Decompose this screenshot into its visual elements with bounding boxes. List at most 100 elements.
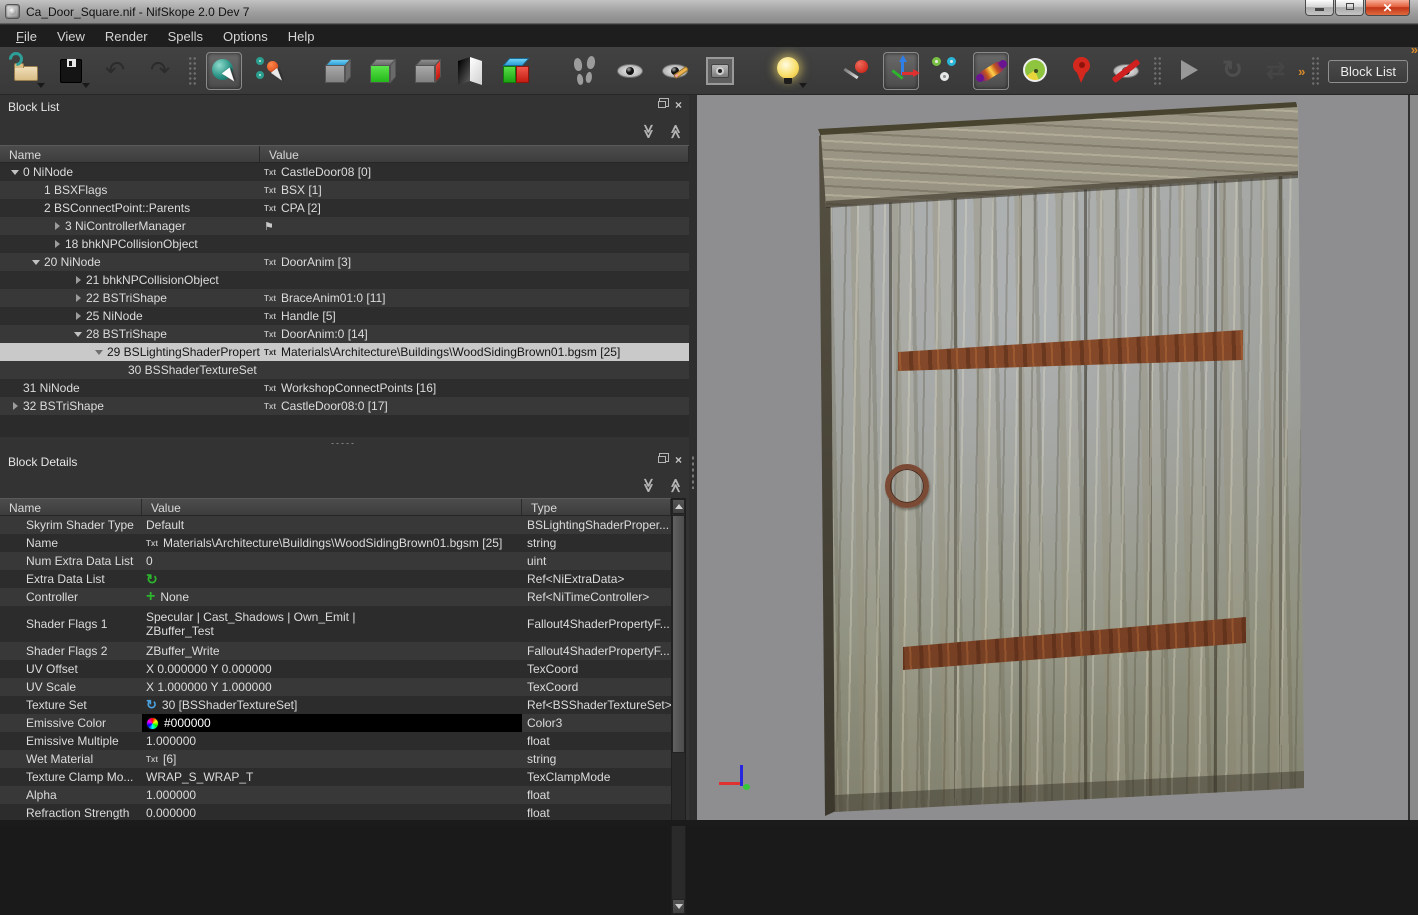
block-list-row[interactable]: 22 BSTriShapeTxtBraceAnim01:0 [11]	[0, 289, 689, 307]
expander-icon[interactable]	[9, 401, 23, 411]
block-list-row[interactable]: 30 BSShaderTextureSet	[0, 361, 689, 379]
expander-icon[interactable]	[51, 239, 65, 249]
block-details-row[interactable]: Shader Flags 2ZBuffer_WriteFallout4Shade…	[0, 642, 671, 660]
detail-value[interactable]: X 1.000000 Y 1.000000	[142, 680, 522, 694]
cube-green-button[interactable]	[364, 52, 400, 90]
expander-icon[interactable]	[72, 329, 86, 339]
dock-viewport-splitter[interactable]	[689, 95, 697, 820]
expander-icon[interactable]	[30, 257, 44, 267]
block-list-toggle-button[interactable]: Block List	[1328, 60, 1408, 83]
block-details-row[interactable]: Wet MaterialTxt[6]string	[0, 750, 671, 768]
detail-value[interactable]: Specular | Cast_Shadows | Own_Emit | ZBu…	[142, 610, 522, 638]
block-details-row[interactable]: Emissive Multiple1.000000float	[0, 732, 671, 750]
door-mesh[interactable]	[697, 95, 1408, 820]
menu-help[interactable]: Help	[278, 27, 325, 46]
scrollbar-thumb[interactable]	[672, 515, 685, 753]
block-details-float-button[interactable]	[655, 453, 668, 466]
block-list-row[interactable]: 21 bhkNPCollisionObject	[0, 271, 689, 289]
detail-value[interactable]: Txt[6]	[142, 752, 522, 766]
menu-file[interactable]: File	[6, 27, 47, 46]
detail-value[interactable]: WRAP_S_WRAP_T	[142, 770, 522, 784]
dropdown-caret-icon[interactable]	[37, 83, 45, 88]
screenshot-camera-button[interactable]	[702, 52, 738, 90]
open-button[interactable]	[8, 52, 44, 90]
scroll-down-button[interactable]	[672, 899, 685, 914]
collapse-all-icon[interactable]: ≫	[640, 478, 657, 493]
block-list-row[interactable]: 20 NiNodeTxtDoorAnim [3]	[0, 253, 689, 271]
block-list-row[interactable]: 31 NiNodeTxtWorkshopConnectPoints [16]	[0, 379, 689, 397]
maximize-button[interactable]	[1335, 0, 1364, 16]
expander-icon[interactable]	[72, 275, 86, 285]
hide-eye-button[interactable]	[1108, 52, 1144, 90]
bone-nodes-button[interactable]	[928, 52, 964, 90]
toolbar-overflow-icon[interactable]: »	[1298, 64, 1303, 79]
expander-icon[interactable]	[72, 293, 86, 303]
rgb-cube-button[interactable]	[499, 52, 535, 90]
block-details-row[interactable]: Skyrim Shader TypeDefaultBSLightingShade…	[0, 516, 671, 534]
dropdown-caret-icon[interactable]	[82, 83, 90, 88]
pin-button[interactable]	[838, 52, 874, 90]
plane-twotone-button[interactable]	[454, 52, 490, 90]
block-details-row[interactable]: Controller+NoneRef<NiTimeController>	[0, 588, 671, 606]
menu-spells[interactable]: Spells	[158, 27, 213, 46]
block-details-row[interactable]: Emissive Color#000000Color3	[0, 714, 671, 732]
title-bar[interactable]: Ca_Door_Square.nif - NifSkope 2.0 Dev 7 …	[0, 0, 1418, 24]
menu-options[interactable]: Options	[213, 27, 278, 46]
detail-value[interactable]: X 0.000000 Y 0.000000	[142, 662, 522, 676]
dropdown-caret-icon[interactable]	[799, 83, 807, 88]
block-details-row[interactable]: Texture Clamp Mo...WRAP_S_WRAP_TTexClamp…	[0, 768, 671, 786]
block-list-row[interactable]: 0 NiNodeTxtCastleDoor08 [0]	[0, 163, 689, 181]
vertex-select-button[interactable]	[251, 52, 287, 90]
show-eye-button[interactable]	[612, 52, 648, 90]
block-list-row[interactable]: 2 BSConnectPoint::ParentsTxtCPA [2]	[0, 199, 689, 217]
location-pin-button[interactable]	[1063, 52, 1099, 90]
column-header-name[interactable]: Name	[0, 499, 142, 515]
column-header-value[interactable]: Value	[142, 499, 522, 515]
expander-icon[interactable]	[93, 347, 107, 357]
cube-blue-button[interactable]	[319, 52, 355, 90]
column-header-name[interactable]: Name	[0, 146, 260, 162]
expand-all-icon[interactable]: ≫	[667, 124, 684, 139]
pie-circle-button[interactable]	[1018, 52, 1054, 90]
detail-value[interactable]: TxtMaterials\Architecture\Buildings\Wood…	[142, 536, 522, 550]
column-header-value[interactable]: Value	[260, 146, 689, 162]
expander-icon[interactable]	[51, 221, 65, 231]
block-details-row[interactable]: Num Extra Data List0uint	[0, 552, 671, 570]
bone-gradient-button[interactable]	[973, 52, 1009, 90]
dock-overflow-icon[interactable]: »	[1411, 42, 1416, 57]
block-details-row[interactable]: Shader Flags 1Specular | Cast_Shadows | …	[0, 606, 671, 642]
block-list-row[interactable]: 1 BSXFlagsTxtBSX [1]	[0, 181, 689, 199]
block-details-row[interactable]: NameTxtMaterials\Architecture\Buildings\…	[0, 534, 671, 552]
transform-axes-button[interactable]	[883, 52, 919, 90]
light-bulb-button[interactable]	[770, 52, 806, 90]
panel-splitter[interactable]	[0, 437, 689, 450]
block-list-row[interactable]: 25 NiNodeTxtHandle [5]	[0, 307, 689, 325]
detail-value[interactable]: Default	[142, 518, 522, 532]
close-button[interactable]: ✕	[1365, 0, 1410, 16]
block-list-float-button[interactable]	[655, 98, 668, 111]
detail-value[interactable]: 0.000000	[142, 806, 522, 820]
cube-red-button[interactable]	[409, 52, 445, 90]
collapse-all-icon[interactable]: ≫	[640, 124, 657, 139]
minimize-button[interactable]	[1305, 0, 1334, 16]
block-details-close-button[interactable]: ×	[672, 453, 685, 466]
save-button[interactable]	[53, 52, 89, 90]
block-list-row[interactable]: 3 NiControllerManager⚑	[0, 217, 689, 235]
block-list-row[interactable]: 18 bhkNPCollisionObject	[0, 235, 689, 253]
detail-value[interactable]: 0	[142, 554, 522, 568]
3d-viewport[interactable]	[697, 95, 1408, 820]
detail-value[interactable]: #000000	[142, 714, 522, 732]
block-list-row[interactable]: 29 BSLightingShaderPropertyTxtMaterials\…	[0, 343, 689, 361]
play-button[interactable]	[1171, 52, 1207, 90]
block-list-close-button[interactable]: ×	[672, 98, 685, 111]
block-details-row[interactable]: Texture Set↻30 [BSShaderTextureSet]Ref<B…	[0, 696, 671, 714]
menu-view[interactable]: View	[47, 27, 95, 46]
detail-value[interactable]: ZBuffer_Write	[142, 644, 522, 658]
block-details-row[interactable]: UV ScaleX 1.000000 Y 1.000000TexCoord	[0, 678, 671, 696]
expander-icon[interactable]	[9, 167, 23, 177]
edit-eye-button[interactable]	[657, 52, 693, 90]
detail-value[interactable]: 1.000000	[142, 734, 522, 748]
detail-value[interactable]: +None	[142, 590, 522, 604]
detail-value[interactable]: ↻30 [BSShaderTextureSet]	[142, 698, 522, 712]
block-list-row[interactable]: 28 BSTriShapeTxtDoorAnim:0 [14]	[0, 325, 689, 343]
